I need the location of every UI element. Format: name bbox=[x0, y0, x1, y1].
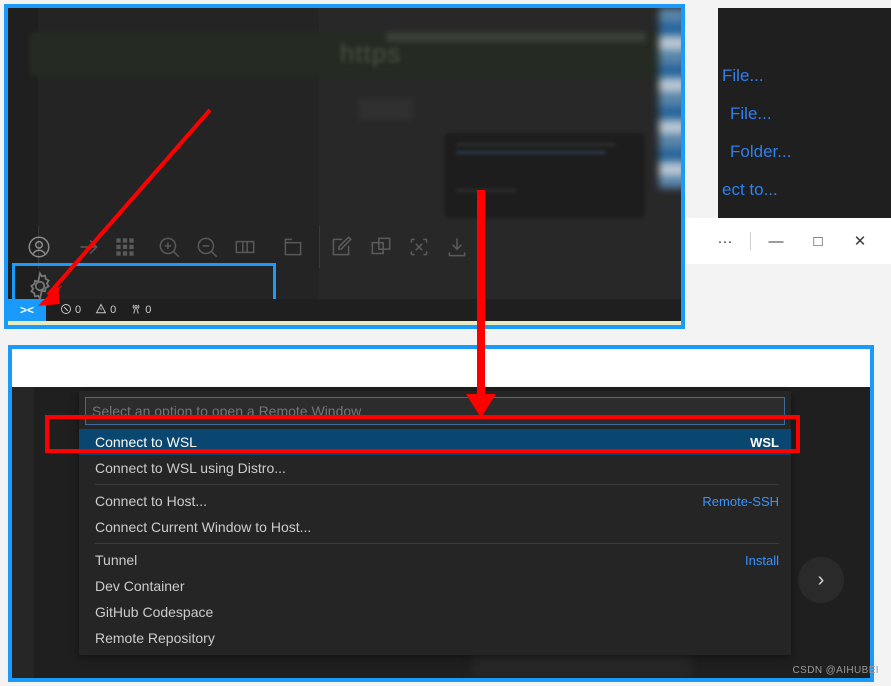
quick-pick-item-label: Remote Repository bbox=[95, 630, 215, 646]
quick-pick-list: Connect to WSL WSL Connect to WSL using Di… bbox=[79, 429, 791, 655]
edit-icon[interactable] bbox=[328, 234, 354, 260]
open-panel-icon[interactable] bbox=[280, 234, 306, 260]
maximize-button[interactable]: □ bbox=[797, 221, 839, 261]
bottom-annotated-window: › Connect to WSL WSL Connect to WSL using … bbox=[8, 345, 874, 682]
welcome-link-new-file[interactable]: File... bbox=[722, 66, 764, 86]
quick-pick-item[interactable]: Remote Repository bbox=[79, 625, 791, 651]
quick-pick-item-badge: Install bbox=[745, 552, 779, 568]
remote-indicator-label: >< bbox=[19, 303, 34, 317]
window-controls: ··· — □ ✕ bbox=[685, 218, 891, 264]
warning-count: 0 bbox=[110, 304, 117, 316]
quick-pick-item-label: GitHub Codespace bbox=[95, 604, 214, 620]
arrow-right-icon[interactable] bbox=[76, 234, 102, 260]
quick-pick-item-label: Connect to WSL bbox=[95, 434, 197, 450]
close-all-icon[interactable] bbox=[406, 234, 432, 260]
quick-pick-item-badge: Remote-SSH bbox=[702, 493, 779, 509]
welcome-link-open-file[interactable]: File... bbox=[730, 104, 772, 124]
quick-pick-item[interactable]: Tunnel Install bbox=[79, 547, 791, 573]
warning-triangle-icon bbox=[95, 303, 107, 318]
bottom-title-bar bbox=[12, 349, 870, 387]
bottom-activity-bar bbox=[12, 387, 34, 678]
welcome-link-connect-to[interactable]: ect to... bbox=[722, 180, 778, 200]
quick-pick-item-label: Connect to Host... bbox=[95, 493, 208, 509]
grid-icon[interactable] bbox=[112, 234, 138, 260]
quick-pick-input[interactable] bbox=[85, 397, 785, 425]
blurred-url-chips bbox=[386, 32, 646, 42]
bottom-editor-area: › Connect to WSL WSL Connect to WSL using … bbox=[12, 387, 870, 678]
quick-pick-item-label: Dev Container bbox=[95, 578, 185, 594]
minimize-button[interactable]: — bbox=[755, 221, 797, 261]
zoom-out-icon[interactable] bbox=[194, 234, 220, 260]
radio-tower-icon bbox=[130, 303, 142, 318]
top-annotated-window: https >< 0 0 0 bbox=[4, 4, 685, 329]
more-options-button[interactable]: ··· bbox=[704, 221, 746, 261]
blurred-url-text: https bbox=[340, 38, 402, 68]
status-errors[interactable]: 0 bbox=[60, 303, 81, 318]
vscode-window-top: https >< 0 0 0 bbox=[8, 8, 681, 325]
blurred-dialog bbox=[444, 133, 645, 218]
quick-pick-item[interactable]: Connect to WSL WSL bbox=[79, 429, 791, 455]
error-circle-icon bbox=[60, 303, 72, 318]
remote-quick-pick: Connect to WSL WSL Connect to WSL using Di… bbox=[79, 391, 791, 655]
quick-pick-item-badge: WSL bbox=[750, 434, 779, 450]
status-bar: >< 0 0 0 bbox=[8, 299, 681, 321]
gear-icon[interactable] bbox=[24, 270, 56, 302]
bottom-right-rail bbox=[784, 387, 870, 678]
welcome-link-open-folder[interactable]: Folder... bbox=[730, 142, 791, 162]
quick-pick-separator bbox=[95, 543, 779, 544]
status-ports[interactable]: 0 bbox=[130, 303, 151, 318]
close-button[interactable]: ✕ bbox=[839, 221, 881, 261]
split-editor-icon[interactable] bbox=[232, 234, 258, 260]
quick-pick-item-label: Tunnel bbox=[95, 552, 138, 568]
quick-pick-item-label: Connect to WSL using Distro... bbox=[95, 460, 286, 476]
next-arrow-button[interactable]: › bbox=[798, 557, 844, 603]
ports-count: 0 bbox=[145, 304, 152, 316]
welcome-links-panel: File... File... Folder... ect to... bbox=[718, 8, 891, 218]
editor-toolbar bbox=[8, 226, 681, 268]
quick-pick-item-label: Connect Current Window to Host... bbox=[95, 519, 312, 535]
quick-pick-item[interactable]: Connect to WSL using Distro... bbox=[79, 455, 791, 481]
quick-pick-item[interactable]: Connect Current Window to Host... bbox=[79, 514, 791, 540]
status-warnings[interactable]: 0 bbox=[95, 303, 116, 318]
quick-pick-item[interactable]: Connect to Host... Remote-SSH bbox=[79, 488, 791, 514]
screenshot-root: https >< 0 0 0 File... File... Folder...… bbox=[0, 0, 891, 686]
controls-divider bbox=[750, 232, 751, 250]
quick-pick-item[interactable]: GitHub Codespace bbox=[79, 599, 791, 625]
blurred-label bbox=[358, 98, 413, 120]
bottom-accent-line bbox=[8, 321, 681, 325]
remote-indicator-button[interactable]: >< bbox=[8, 299, 46, 321]
blurred-blue-strip bbox=[659, 8, 681, 188]
error-count: 0 bbox=[75, 304, 82, 316]
quick-pick-separator bbox=[95, 484, 779, 485]
download-icon[interactable] bbox=[444, 234, 470, 260]
zoom-in-icon[interactable] bbox=[156, 234, 182, 260]
copy-window-icon[interactable] bbox=[368, 234, 394, 260]
account-icon[interactable] bbox=[26, 234, 52, 260]
quick-pick-item[interactable]: Dev Container bbox=[79, 573, 791, 599]
watermark-text: CSDN @AIHUBEI bbox=[792, 665, 879, 676]
